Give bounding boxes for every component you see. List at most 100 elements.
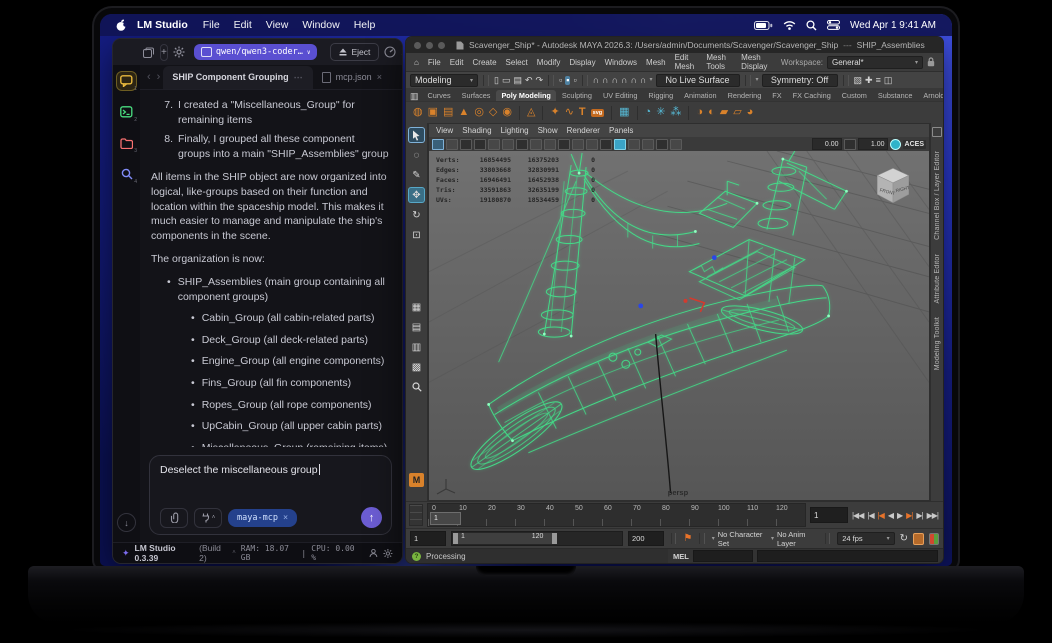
snap-point-icon[interactable]: ∩ (612, 75, 618, 85)
snap-grid-icon[interactable]: ∩ (593, 75, 599, 85)
bookmark-icon[interactable] (474, 138, 486, 150)
new-scene-icon[interactable]: ▯ (494, 75, 499, 85)
rotate-tool[interactable]: ↻ (409, 208, 424, 222)
layout-four-pane-icon[interactable]: ▤ (409, 320, 424, 334)
panel-menu-view[interactable]: View (436, 126, 453, 135)
timeline-ruler[interactable]: 0 10 20 30 40 50 60 70 80 90 100 110 120… (427, 503, 806, 527)
use-all-lights-icon[interactable] (572, 138, 584, 150)
poly-plane-icon[interactable]: ◇ (489, 107, 497, 118)
prompt-composer[interactable]: Deselect the miscellaneous group ˄ maya-… (149, 455, 392, 535)
poly-cube-icon[interactable]: ▣ (428, 107, 438, 118)
poly-torus-icon[interactable]: ◎ (474, 107, 484, 118)
snap-view-plane-icon[interactable]: ∩ (631, 75, 637, 85)
save-scene-icon[interactable]: ▤ (513, 75, 522, 85)
layout-hypershade-icon[interactable]: ▩ (409, 360, 424, 374)
model-selector[interactable]: qwen/qwen3-coder… ∨ (193, 44, 318, 60)
measure-icon[interactable]: ⁂ (670, 107, 681, 118)
scale-tool[interactable]: ⊡ (409, 228, 424, 242)
close-traffic-light[interactable] (414, 41, 421, 49)
user-icon[interactable] (369, 548, 378, 558)
performance-gauge-icon[interactable] (384, 46, 396, 58)
sidebar-item-discover[interactable]: 4 (117, 165, 137, 185)
symmetry-field[interactable]: Symmetry: Off (761, 73, 838, 87)
select-camera-icon[interactable] (432, 138, 444, 150)
shelf-tab-curves[interactable]: Curves (423, 90, 456, 101)
panel-menu-shading[interactable]: Shading (462, 126, 491, 135)
undo-icon[interactable]: ↶ (525, 75, 533, 85)
isolate-select-icon[interactable] (614, 138, 626, 150)
range-end-handle[interactable] (551, 533, 557, 544)
menu-display[interactable]: Display (569, 58, 595, 67)
shelf-tab-animation[interactable]: Animation (679, 90, 721, 101)
tab-channel-box[interactable]: Channel Box / Layer Editor (934, 151, 941, 240)
play-forwards-button[interactable]: ▶ (897, 511, 903, 520)
animation-preferences-icon[interactable] (928, 532, 940, 545)
mel-label[interactable]: MEL (673, 552, 689, 561)
menubar-item-help[interactable]: Help (354, 19, 376, 31)
snap-projected-center-icon[interactable]: ∩ (621, 75, 627, 85)
workspace-select[interactable]: General* ▾ (827, 55, 923, 69)
character-set-select[interactable]: ▾ No Character Set (712, 530, 766, 548)
menubar-item-view[interactable]: View (266, 19, 289, 31)
menu-edit[interactable]: Edit (450, 58, 464, 67)
shelf-menu-icon[interactable]: ▥ (410, 92, 419, 101)
attach-file-button[interactable] (160, 507, 188, 528)
oversampling-icon[interactable] (516, 138, 528, 150)
redo-icon[interactable]: ↷ (536, 75, 544, 85)
2d-pan-zoom-icon[interactable] (502, 138, 514, 150)
shelf-tab-surfaces[interactable]: Surfaces (457, 90, 496, 101)
construction-plane-icon[interactable]: ◔ (645, 107, 652, 118)
fps-select[interactable]: 24 fps ▾ (837, 532, 895, 545)
settings-gear-icon[interactable] (383, 548, 393, 559)
settings-gear-icon[interactable] (173, 46, 185, 58)
color-management-icon[interactable] (889, 138, 901, 150)
select-component-icon[interactable]: ▫ (573, 75, 576, 85)
poly-cylinder-icon[interactable]: ▤ (443, 107, 453, 118)
live-surface-field[interactable]: No Live Surface (655, 73, 740, 87)
menu-select[interactable]: Select (506, 58, 528, 67)
lock-camera-icon[interactable] (446, 138, 458, 150)
select-tool[interactable] (409, 128, 424, 142)
go-to-end-button[interactable]: ▶▶| (927, 511, 939, 520)
chevron-up-icon[interactable]: ˄ (232, 550, 236, 556)
viewport-canvas[interactable]: Verts: 16854495 16375203 0 Edges: 33803668 32… (429, 151, 929, 500)
smooth-icon[interactable]: ◕ (747, 107, 754, 118)
shelf-tab-rigging[interactable]: Rigging (643, 90, 678, 101)
menu-mesh[interactable]: Mesh (646, 58, 666, 67)
shelf-tab-arnold[interactable]: Arnold (918, 90, 943, 101)
battery-icon[interactable] (754, 20, 773, 30)
sweep-mesh-icon[interactable]: ✦ (550, 107, 559, 118)
shelf-tab-substance[interactable]: Substance (873, 90, 917, 101)
animation-end-field[interactable]: 200 (628, 531, 664, 546)
snap-live-icon[interactable]: ∩ (640, 75, 646, 85)
nav-back-button[interactable]: ‹ (144, 71, 154, 83)
new-chat-button[interactable]: + (160, 43, 168, 61)
menubar-item-window[interactable]: Window (302, 19, 339, 31)
mirror-icon[interactable]: ◑ (696, 107, 703, 118)
camera-attributes-icon[interactable] (460, 138, 472, 150)
chevron-down-icon[interactable]: ▾ (650, 77, 653, 83)
curve-warp-icon[interactable]: ∿ (565, 107, 574, 118)
zoom-tool[interactable] (409, 380, 424, 394)
panel-menu-panels[interactable]: Panels (609, 126, 633, 135)
sidebar-item-my-models[interactable]: 3 (117, 134, 137, 154)
eject-model-button[interactable]: Eject (330, 43, 380, 61)
mcp-plug-button[interactable]: ˄ (194, 507, 222, 528)
show-hide-panel-icon[interactable] (932, 127, 942, 137)
range-start-handle[interactable] (453, 533, 458, 544)
shelf-tab-uv-editing[interactable]: UV Editing (598, 90, 642, 101)
shelf-tab-poly-modeling[interactable]: Poly Modeling (496, 90, 556, 101)
bookmark-flag-icon[interactable]: ⚑ (683, 533, 692, 544)
panel-menu-lighting[interactable]: Lighting (501, 126, 529, 135)
combine-icon[interactable]: ◐ (708, 107, 715, 118)
toolbox-display-icon[interactable]: ◫ (884, 75, 893, 85)
menu-windows[interactable]: Windows (605, 58, 637, 67)
gamma-icon[interactable] (843, 138, 856, 150)
sidebar-item-developer[interactable]: 2 (117, 103, 137, 123)
shelf-tab-sculpting[interactable]: Sculpting (557, 90, 597, 101)
exposure-field[interactable]: 0.00 (811, 138, 842, 150)
tab-modeling-toolkit[interactable]: Modeling Toolkit (934, 317, 941, 370)
shelf-tab-custom[interactable]: Custom (837, 90, 872, 101)
menubar-item-edit[interactable]: Edit (234, 19, 252, 31)
shadows-icon[interactable] (586, 138, 598, 150)
